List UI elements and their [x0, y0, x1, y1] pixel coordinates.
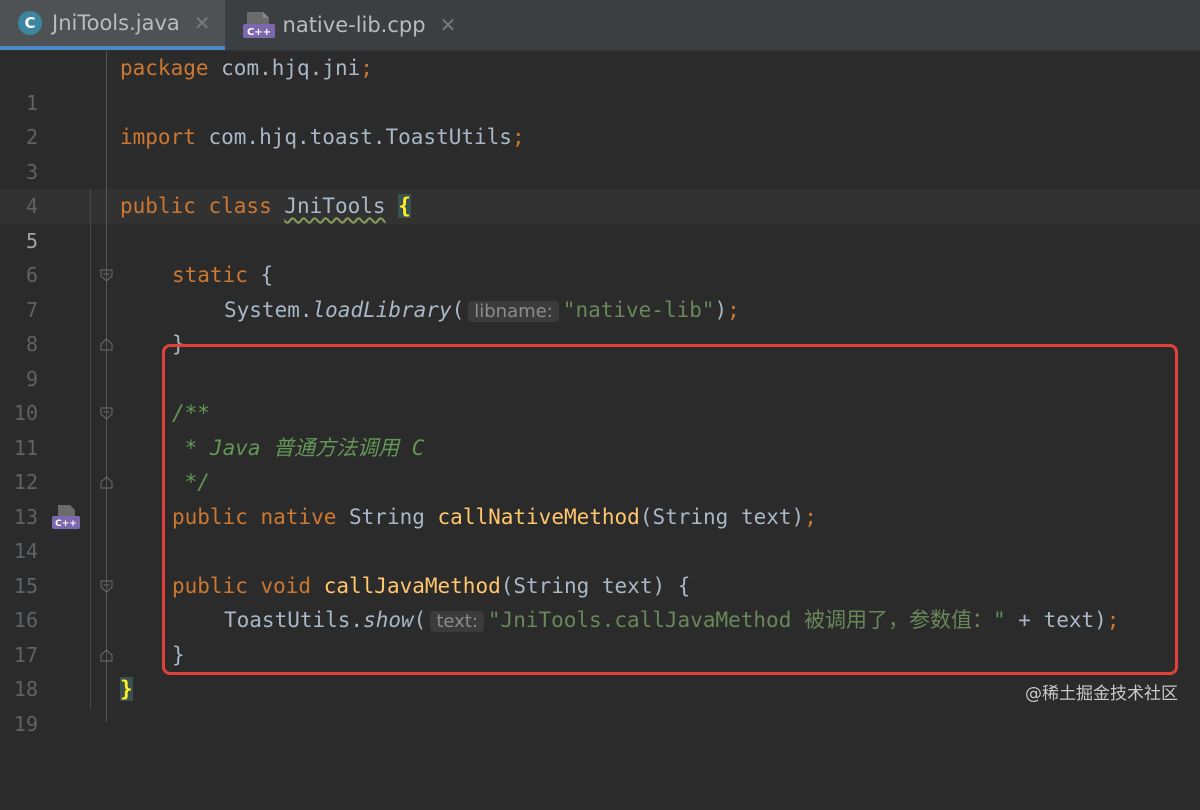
parameter-hint: text: — [430, 611, 484, 632]
watermark: @稀土掘金技术社区 — [1025, 684, 1178, 704]
svg-text:C++: C++ — [55, 519, 77, 529]
fold-arrow-icon[interactable] — [100, 269, 113, 282]
class-name: JniTools — [284, 194, 386, 218]
fold-end-icon[interactable] — [100, 338, 113, 351]
code-editor[interactable]: 1 package com.hjq.jni; 2 3 import com.hj… — [0, 51, 1200, 736]
java-class-icon: C — [18, 11, 42, 35]
code-line-17: 17 ToastUtils.show(text: "JniTools.callJa… — [0, 603, 1200, 667]
code-line-10: 10 — [0, 362, 1200, 425]
editor-tab-bar: C JniTools.java ✕ C++ native-lib.cpp ✕ — [0, 0, 1200, 51]
code-line-13: 13 */ — [0, 465, 1200, 529]
fold-end-icon[interactable] — [100, 648, 113, 662]
code-line-1: 1 package com.hjq.jni; — [0, 51, 1200, 115]
tab-jnitools-java[interactable]: C JniTools.java ✕ — [0, 0, 225, 50]
line-number: 19 — [13, 711, 38, 736]
cpp-file-icon: C++ — [242, 12, 275, 38]
code-line-12: 12 * Java 普通方法调用 C — [0, 431, 1200, 495]
code-line-19: 19 } — [0, 672, 1200, 736]
cpp-native-marker-icon[interactable]: C++ — [52, 504, 80, 530]
code-line-11: 11 /** — [0, 396, 1200, 460]
close-icon[interactable]: ✕ — [194, 11, 211, 35]
code-line-6: 6 — [0, 224, 1200, 287]
code-line-7: 7 static { — [0, 258, 1200, 322]
code-line-2: 2 — [0, 86, 1200, 149]
fold-end-icon[interactable] — [100, 476, 113, 489]
code-line-14: 14 C++ public native String callNativeMe… — [0, 500, 1200, 563]
tab-label: native-lib.cpp — [282, 13, 426, 37]
code-line-4: 4 — [0, 155, 1200, 218]
tab-native-lib-cpp[interactable]: C++ native-lib.cpp ✕ — [225, 0, 471, 50]
code-line-16: 16 public void callJavaMethod(String tex… — [0, 569, 1200, 633]
fold-arrow-icon[interactable] — [100, 580, 113, 593]
code-line-18: 18 } — [0, 638, 1200, 702]
code-line-15: 15 — [0, 534, 1200, 598]
close-icon[interactable]: ✕ — [440, 13, 457, 37]
code-line-3: 3 import com.hjq.toast.ToastUtils; — [0, 120, 1200, 184]
matched-brace: } — [120, 677, 133, 701]
code-line-9: 9 } — [0, 327, 1200, 391]
fold-arrow-icon[interactable] — [100, 407, 113, 420]
parameter-hint: libname: — [468, 300, 559, 322]
matched-brace: { — [398, 194, 411, 218]
svg-text:C++: C++ — [246, 27, 270, 38]
tab-label: JniTools.java — [52, 11, 180, 35]
code-line-8: 8 System.loadLibrary(libname: "native-lib… — [0, 293, 1200, 357]
code-line-5: 5 public class JniTools { — [0, 189, 1200, 253]
